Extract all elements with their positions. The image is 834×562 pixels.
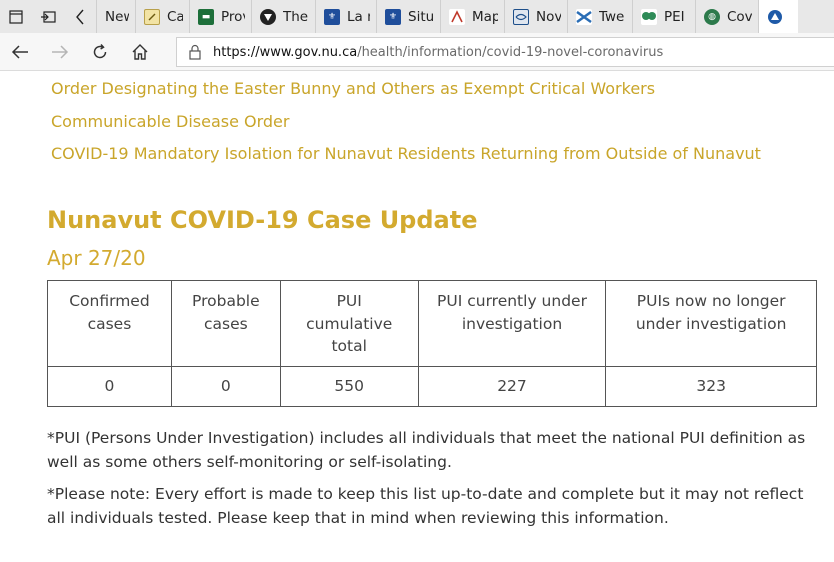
tab-actions-button[interactable]	[0, 0, 32, 33]
table-row: 0 0 550 227 323	[47, 366, 817, 407]
pui-definition-note: *PUI (Persons Under Investigation) inclu…	[47, 429, 806, 471]
header-probable-cases: Probable cases	[170, 280, 281, 367]
home-button[interactable]	[120, 33, 160, 71]
arrow-left-icon	[11, 44, 28, 59]
map-icon	[449, 8, 465, 25]
back-button[interactable]	[0, 33, 40, 71]
chevron-left-icon	[76, 9, 84, 24]
home-icon	[132, 43, 148, 60]
tab-label: Cov	[727, 8, 752, 25]
scroll-tabs-left-button[interactable]	[64, 0, 96, 33]
browser-tab[interactable]: ◍ Cov	[695, 0, 758, 33]
nunavut-logo-icon	[767, 8, 783, 25]
page-title: Nunavut COVID-19 Case Update	[47, 206, 478, 234]
lock-icon[interactable]	[185, 42, 205, 62]
browser-tab[interactable]: ▬ Prov	[189, 0, 251, 33]
pui-cumulative-total-value: 550	[279, 366, 419, 407]
url-domain: https://www.gov.nu.ca	[213, 44, 358, 60]
browser-tab[interactable]: Map	[440, 0, 504, 33]
url-path: /health/information/covid-19-novel-coron…	[357, 44, 664, 60]
browser-tab[interactable]: PEI (	[632, 0, 695, 33]
flag-icon	[576, 8, 592, 25]
communicable-disease-order-link[interactable]: Communicable Disease Order	[51, 112, 289, 131]
refresh-button[interactable]	[80, 33, 120, 71]
forward-button[interactable]	[40, 33, 80, 71]
order-link-easter-bunny[interactable]: Order Designating the Easter Bunny and O…	[51, 79, 655, 98]
browser-tab[interactable]: New	[96, 0, 135, 33]
header-pui-under-investigation: PUI currently under investigation	[417, 280, 607, 367]
set-tabs-aside-button[interactable]	[32, 0, 64, 33]
fleur-de-lis-icon: ⚜	[324, 8, 340, 25]
tree-icon	[641, 8, 657, 25]
tab-label: Map	[472, 8, 498, 25]
provincial-logo-icon: ▬	[198, 8, 214, 25]
document-icon	[144, 8, 160, 25]
tab-label: Nov	[536, 8, 561, 25]
browser-tab[interactable]: The	[251, 0, 315, 33]
fleur-de-lis-icon: ⚜	[385, 8, 401, 25]
url-text: https://www.gov.nu.ca/health/information…	[213, 45, 663, 60]
globe-icon: ◍	[704, 8, 720, 25]
tab-label: Case	[167, 8, 183, 25]
tab-label: The	[283, 8, 309, 25]
case-table: Confirmed cases Probable cases PUI cumul…	[47, 280, 817, 407]
header-pui-no-longer-under-investigation: PUIs now no longer under investigation	[605, 280, 817, 367]
browser-tab[interactable]: ⚜ La n	[315, 0, 376, 33]
header-confirmed-cases: Confirmed cases	[47, 280, 172, 367]
tab-label: Situ	[408, 8, 434, 25]
browser-tab[interactable]: ⚜ Situ	[376, 0, 440, 33]
refresh-icon	[93, 43, 107, 58]
pui-under-investigation-value: 227	[417, 366, 607, 407]
table-header-row: Confirmed cases Probable cases PUI cumul…	[47, 280, 817, 367]
header-pui-cumulative-total: PUI cumulative total	[279, 280, 419, 367]
address-bar[interactable]: https://www.gov.nu.ca/health/information…	[176, 37, 834, 67]
browser-tab[interactable]: Nov	[504, 0, 567, 33]
disclaimer-note: *Please note: Every effort is made to ke…	[47, 485, 804, 527]
pui-no-longer-under-investigation-value: 323	[605, 366, 817, 407]
tab-strip: New Case ▬ Prov The ⚜ La n ⚜ Situ Map No…	[0, 0, 834, 33]
set-tabs-aside-icon	[41, 10, 56, 23]
confirmed-cases-value: 0	[47, 366, 172, 407]
tab-label: Twe	[599, 8, 625, 25]
navigation-bar: https://www.gov.nu.ca/health/information…	[0, 33, 834, 71]
probable-cases-value: 0	[170, 366, 281, 407]
tab-label: La n	[347, 8, 370, 25]
browser-tab[interactable]: Case	[135, 0, 189, 33]
browser-tab-active[interactable]	[758, 0, 798, 33]
crest-icon	[513, 8, 529, 25]
update-date: Apr 27/20	[47, 246, 146, 270]
tab-label: PEI (	[664, 8, 689, 25]
triangle-logo-icon	[260, 8, 276, 25]
tab-label: Prov	[221, 8, 245, 25]
browser-tab[interactable]: Twe	[567, 0, 632, 33]
mandatory-isolation-link[interactable]: COVID-19 Mandatory Isolation for Nunavut…	[51, 144, 761, 163]
page-content: Order Designating the Easter Bunny and O…	[0, 72, 834, 562]
tab-actions-icon	[9, 9, 23, 24]
arrow-right-icon	[52, 44, 69, 59]
tab-label: New	[105, 8, 129, 25]
